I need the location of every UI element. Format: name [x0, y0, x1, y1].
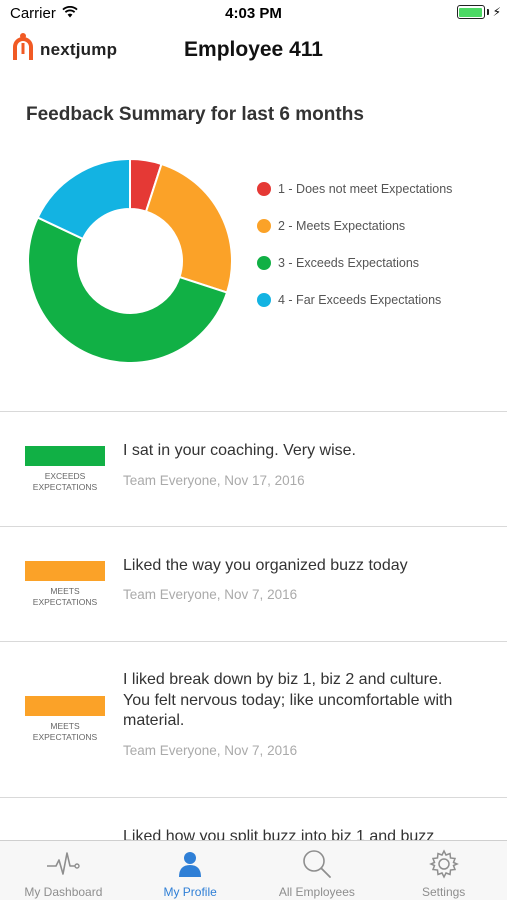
- legend-item-4: 4 - Far Exceeds Expectations: [257, 281, 452, 318]
- legend-color-dot: [257, 181, 271, 196]
- feedback-meta: Team Everyone, Nov 7, 2016: [123, 743, 298, 758]
- rating-label-line1: EXCEEDS: [44, 471, 86, 481]
- feedback-text: Liked how you split buzz into biz 1 and …: [123, 828, 435, 840]
- feedback-item[interactable]: EXCEEDS EXPECTATIONS I sat in your coach…: [0, 412, 507, 526]
- tab-settings[interactable]: Settings: [380, 841, 507, 900]
- nav-bar: nextjump Employee 411: [0, 28, 507, 80]
- chart-legend: 1 - Does not meet Expectations 2 - Meets …: [257, 170, 452, 318]
- feedback-text: I liked break down by biz 1, biz 2 and c…: [123, 671, 453, 729]
- feedback-item[interactable]: Liked how you split buzz into biz 1 and …: [0, 798, 507, 840]
- rating-color-bar: [25, 561, 105, 581]
- battery-icon: ⚡: [456, 5, 501, 19]
- charging-bolt-icon: ⚡: [492, 5, 501, 19]
- feedback-meta: Team Everyone, Nov 17, 2016: [123, 473, 305, 488]
- legend-label: 3 - Exceeds Expectations: [278, 255, 420, 270]
- gear-icon: [428, 849, 459, 879]
- legend-item-3: 3 - Exceeds Expectations: [257, 244, 452, 281]
- feedback-meta: Team Everyone, Nov 7, 2016: [123, 587, 298, 602]
- rating-label: MEETS EXPECTATIONS: [25, 586, 105, 608]
- rating-label: MEETS EXPECTATIONS: [25, 721, 105, 743]
- legend-color-dot: [257, 255, 271, 270]
- status-bar: Carrier 4:03 PM ⚡: [0, 0, 507, 28]
- legend-label: 2 - Meets Expectations: [278, 218, 406, 233]
- tab-my-profile[interactable]: My Profile: [127, 841, 254, 900]
- feedback-text: I sat in your coaching. Very wise.: [123, 442, 356, 459]
- tab-all-employees[interactable]: All Employees: [254, 841, 381, 900]
- rating-color-bar: [25, 696, 105, 716]
- feedback-item[interactable]: MEETS EXPECTATIONS Liked the way you org…: [0, 527, 507, 641]
- summary-title: Feedback Summary for last 6 months: [26, 104, 364, 125]
- legend-color-dot: [257, 218, 271, 233]
- tab-my-dashboard[interactable]: My Dashboard: [0, 841, 127, 900]
- tab-label: All Employees: [278, 885, 355, 899]
- feedback-text: Liked the way you organized buzz today: [123, 557, 408, 574]
- rating-label-line2: EXPECTATIONS: [32, 482, 98, 492]
- rating-label-line1: MEETS: [50, 721, 80, 731]
- rating-label-line2: EXPECTATIONS: [32, 597, 98, 607]
- app-screen: Carrier 4:03 PM ⚡ nextjump Employee 411 …: [0, 0, 507, 900]
- rating-label: EXCEEDS EXPECTATIONS: [25, 471, 105, 493]
- rating-label-line1: MEETS: [50, 586, 80, 596]
- legend-label: 1 - Does not meet Expectations: [278, 181, 453, 196]
- pulse-icon: [46, 849, 81, 879]
- tab-label: My Profile: [163, 885, 217, 899]
- rating-color-bar: [25, 446, 105, 466]
- tab-bar: My Dashboard My Profile All Employees Se…: [0, 840, 507, 900]
- donut-slice-2: [144, 162, 233, 294]
- legend-item-1: 1 - Does not meet Expectations: [257, 170, 452, 207]
- rating-label-line2: EXPECTATIONS: [32, 732, 98, 742]
- tab-label: Settings: [421, 885, 466, 899]
- feedback-item[interactable]: MEETS EXPECTATIONS I liked break down by…: [0, 642, 507, 797]
- legend-label: 4 - Far Exceeds Expectations: [278, 292, 442, 307]
- tab-label: My Dashboard: [24, 885, 103, 899]
- feedback-donut-chart: [27, 157, 233, 364]
- search-icon: [302, 849, 332, 879]
- legend-item-2: 2 - Meets Expectations: [257, 207, 452, 244]
- person-icon: [177, 849, 203, 879]
- status-time: 4:03 PM: [225, 5, 282, 22]
- page-title: Employee 411: [184, 38, 323, 61]
- legend-color-dot: [257, 292, 271, 307]
